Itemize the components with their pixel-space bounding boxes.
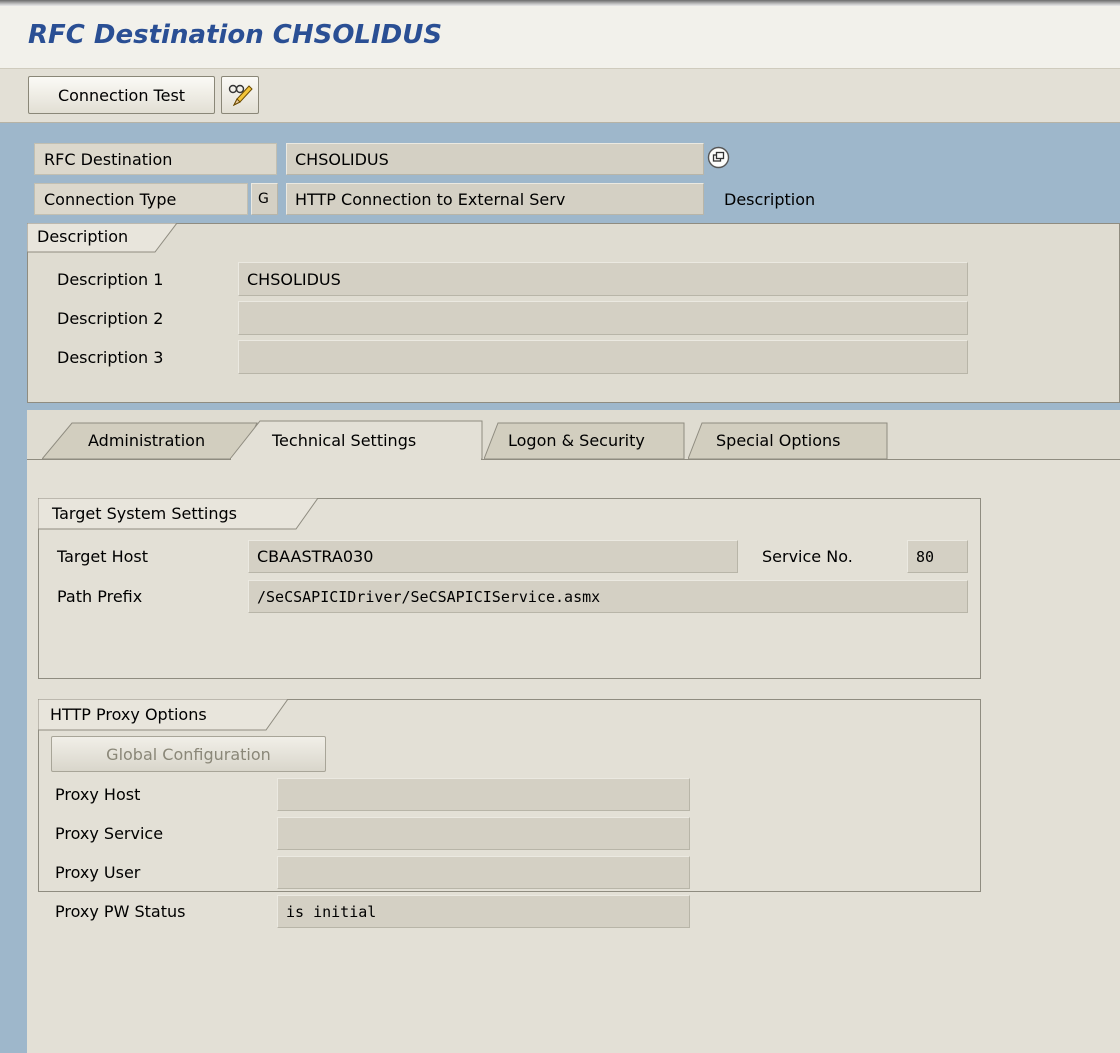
- connection-test-button[interactable]: Connection Test: [28, 76, 215, 114]
- target-host-field[interactable]: CBAASTRA030: [248, 540, 738, 573]
- description-group-header: Description: [27, 223, 177, 253]
- proxy-service-field[interactable]: [277, 817, 690, 850]
- tab-logon-security[interactable]: Logon & Security: [484, 422, 686, 460]
- description-3-label: Description 3: [57, 347, 164, 367]
- proxy-group-title: HTTP Proxy Options: [50, 705, 207, 724]
- proxy-host-label: Proxy Host: [55, 785, 141, 804]
- proxy-service-label: Proxy Service: [55, 824, 164, 843]
- rfc-destination-field[interactable]: CHSOLIDUS: [286, 143, 704, 175]
- tab-special-options[interactable]: Special Options: [688, 422, 888, 460]
- description-group-title: Description: [37, 227, 129, 246]
- left-strip: [0, 410, 27, 1053]
- description-2-field[interactable]: [238, 301, 968, 335]
- tab-administration-label: Administration: [88, 431, 206, 450]
- tab-special-options-label: Special Options: [716, 431, 841, 450]
- target-host-label: Target Host: [57, 547, 149, 566]
- display-change-button[interactable]: [221, 76, 259, 114]
- description-3-field[interactable]: [238, 340, 968, 374]
- proxy-pw-status-field[interactable]: is initial: [277, 895, 690, 928]
- proxy-host-field[interactable]: [277, 778, 690, 811]
- description-1-field[interactable]: CHSOLIDUS: [238, 262, 968, 296]
- window-switch-icon[interactable]: [707, 146, 730, 169]
- proxy-pw-status-label: Proxy PW Status: [55, 902, 186, 921]
- service-no-label: Service No.: [762, 547, 853, 566]
- connection-type-code-field[interactable]: G: [251, 183, 278, 215]
- connection-type-field[interactable]: HTTP Connection to External Serv: [286, 183, 704, 215]
- page-title: RFC Destination CHSOLIDUS: [28, 20, 443, 50]
- proxy-user-field[interactable]: [277, 856, 690, 889]
- tab-technical-settings-label: Technical Settings: [272, 431, 417, 450]
- proxy-group-header: HTTP Proxy Options: [38, 699, 290, 731]
- description-link: Description: [724, 189, 816, 209]
- tab-logon-security-label: Logon & Security: [508, 431, 645, 450]
- path-prefix-label: Path Prefix: [57, 587, 143, 606]
- proxy-user-label: Proxy User: [55, 863, 141, 882]
- target-system-group-header: Target System Settings: [38, 498, 320, 530]
- global-configuration-button[interactable]: Global Configuration: [51, 736, 326, 772]
- rfc-destination-label: RFC Destination: [34, 143, 277, 175]
- path-prefix-field[interactable]: /SeCSAPICIDriver/SeCSAPICIService.asmx: [248, 580, 968, 613]
- description-2-label: Description 2: [57, 308, 164, 328]
- description-1-label: Description 1: [57, 269, 164, 289]
- pencil-glasses-icon: [226, 81, 254, 109]
- service-no-field[interactable]: 80: [907, 540, 968, 573]
- tab-administration[interactable]: Administration: [42, 422, 258, 460]
- connection-type-label: Connection Type: [34, 183, 248, 215]
- target-system-group-title: Target System Settings: [52, 504, 237, 523]
- tab-technical-settings[interactable]: Technical Settings: [230, 420, 488, 460]
